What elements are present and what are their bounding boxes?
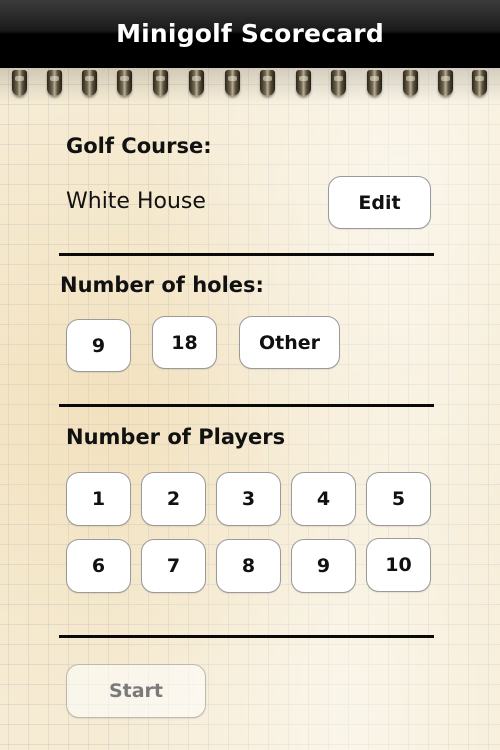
spiral-ring-icon bbox=[438, 70, 453, 96]
spiral-ring-icon bbox=[296, 70, 311, 96]
players-option-9[interactable]: 9 bbox=[291, 539, 356, 593]
spiral-ring-icon bbox=[47, 70, 62, 96]
spiral-ring-icon bbox=[117, 70, 132, 96]
section-divider bbox=[59, 635, 434, 638]
players-option-6[interactable]: 6 bbox=[66, 539, 131, 593]
spiral-ring-icon bbox=[367, 70, 382, 96]
players-option-1[interactable]: 1 bbox=[66, 472, 131, 526]
notebook-spiral-binding bbox=[0, 68, 500, 104]
players-label: Number of Players bbox=[66, 425, 286, 449]
edit-course-button[interactable]: Edit bbox=[328, 176, 431, 229]
spiral-ring-icon bbox=[12, 70, 27, 96]
players-option-10[interactable]: 10 bbox=[366, 538, 431, 592]
holes-option-18[interactable]: 18 bbox=[152, 316, 217, 369]
holes-option-other[interactable]: Other bbox=[239, 316, 340, 369]
spiral-ring-icon bbox=[189, 70, 204, 96]
players-option-7[interactable]: 7 bbox=[141, 539, 206, 593]
players-option-4[interactable]: 4 bbox=[291, 472, 356, 526]
spiral-ring-icon bbox=[225, 70, 240, 96]
players-option-5[interactable]: 5 bbox=[366, 472, 431, 526]
app-title: Minigolf Scorecard bbox=[116, 19, 384, 48]
start-button[interactable]: Start bbox=[66, 664, 206, 718]
section-divider bbox=[59, 404, 434, 407]
golf-course-value: White House bbox=[66, 189, 206, 214]
spiral-ring-icon bbox=[472, 70, 487, 96]
section-divider bbox=[59, 253, 434, 256]
spiral-ring-icon bbox=[403, 70, 418, 96]
holes-label: Number of holes: bbox=[60, 273, 264, 297]
spiral-ring-icon bbox=[331, 70, 346, 96]
spiral-ring-icon bbox=[260, 70, 275, 96]
spiral-ring-icon bbox=[82, 70, 97, 96]
players-option-8[interactable]: 8 bbox=[216, 539, 281, 593]
players-option-3[interactable]: 3 bbox=[216, 472, 281, 526]
spiral-ring-icon bbox=[153, 70, 168, 96]
holes-option-9[interactable]: 9 bbox=[66, 319, 131, 372]
players-option-2[interactable]: 2 bbox=[141, 472, 206, 526]
title-bar: Minigolf Scorecard bbox=[0, 0, 500, 68]
golf-course-label: Golf Course: bbox=[66, 134, 212, 158]
